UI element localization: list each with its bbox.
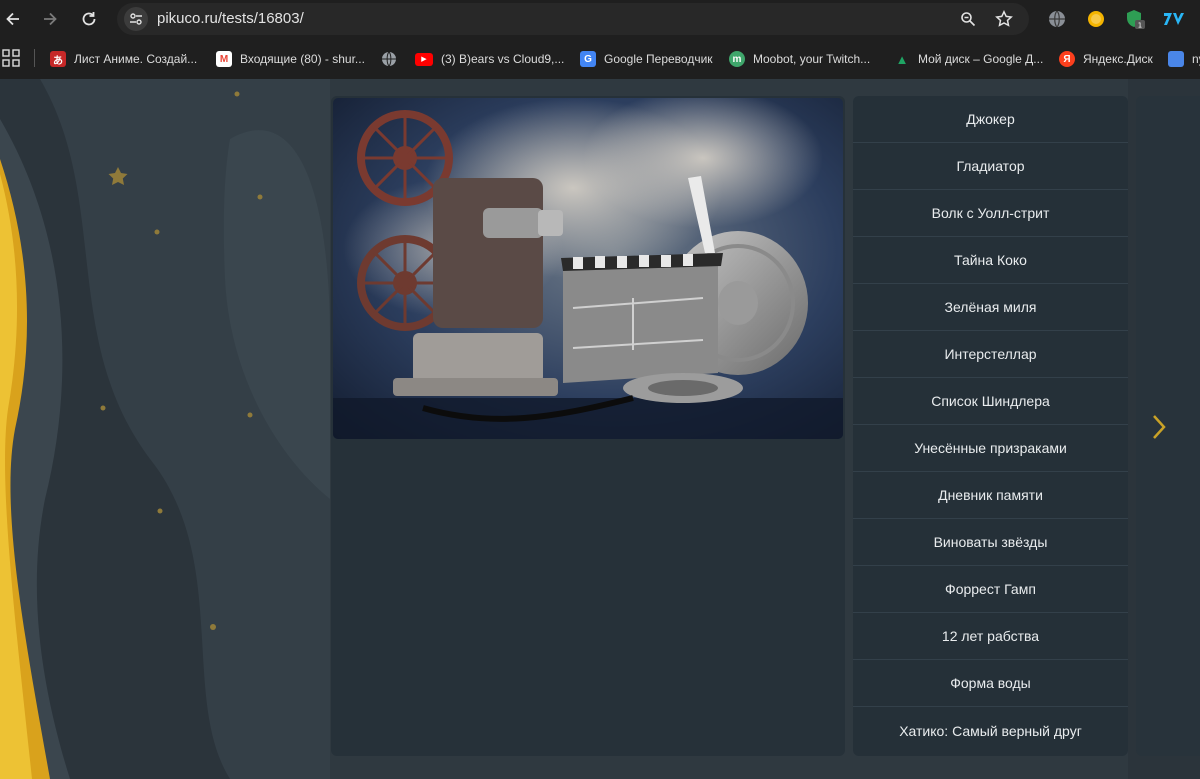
browser-toolbar: pikuco.ru/tests/16803/ 1: [0, 0, 1200, 38]
back-button[interactable]: [0, 6, 26, 32]
movie-option[interactable]: 12 лет рабства: [853, 613, 1128, 660]
url-text[interactable]: pikuco.ru/tests/16803/: [157, 10, 304, 27]
movie-option[interactable]: Интерстеллар: [853, 331, 1128, 378]
globe-icon: [382, 51, 396, 67]
translate-icon: G: [580, 51, 596, 67]
bookmarks-separator: [34, 49, 35, 67]
youtube-icon: ▶: [415, 52, 433, 66]
next-button[interactable]: [1147, 409, 1171, 445]
bookmark-star-button[interactable]: [993, 8, 1015, 30]
extension-globe-button[interactable]: [1045, 7, 1069, 31]
movie-option[interactable]: Унесённые призраками: [853, 425, 1128, 472]
zoom-button[interactable]: [957, 8, 979, 30]
movie-option[interactable]: Форрест Гамп: [853, 566, 1128, 613]
address-bar[interactable]: pikuco.ru/tests/16803/: [117, 3, 1029, 35]
bookmark-icon: [1168, 51, 1184, 67]
page-content: Джокер Гладиатор Волк с Уолл-стрит Тайна…: [0, 79, 1200, 779]
site-info-button[interactable]: [124, 7, 148, 31]
extension-coin-button[interactable]: [1084, 7, 1108, 31]
reload-button[interactable]: [76, 6, 102, 32]
bookmarks-bar: あ Лист Аниме. Создай... M Входящие (80) …: [0, 38, 1200, 79]
extension-7tv-button[interactable]: [1162, 7, 1186, 31]
quiz-image-panel: [331, 96, 845, 756]
movie-option[interactable]: Виноваты звёзды: [853, 519, 1128, 566]
bookmark-partial[interactable]: ny: [1168, 49, 1200, 69]
reload-icon: [82, 12, 96, 26]
shield-icon: 1: [1127, 10, 1145, 30]
moobot-icon: m: [729, 51, 745, 67]
bookmark-youtube[interactable]: ▶ (3) B)ears vs Cloud9,...: [415, 49, 564, 69]
cinema-hero-image: [333, 98, 843, 439]
bookmark-moobot[interactable]: m Moobot, your Twitch...: [729, 49, 870, 69]
extension-shield-button[interactable]: 1: [1123, 7, 1147, 31]
bookmark-gmail[interactable]: M Входящие (80) - shur...: [216, 49, 365, 69]
bookmark-globe[interactable]: [381, 49, 397, 69]
star-icon: [995, 10, 1013, 27]
movie-option[interactable]: Тайна Коко: [853, 237, 1128, 284]
back-arrow-icon: [6, 12, 19, 26]
apps-grid-icon[interactable]: [2, 49, 20, 67]
movie-option[interactable]: Дневник памяти: [853, 472, 1128, 519]
movie-options-list: Джокер Гладиатор Волк с Уолл-стрит Тайна…: [853, 96, 1128, 756]
bookmark-google-drive[interactable]: ▲ Мой диск – Google Д...: [894, 49, 1044, 69]
globe-extension-icon: [1049, 10, 1065, 28]
coin-icon: [1088, 11, 1104, 27]
movie-option[interactable]: Зелёная миля: [853, 284, 1128, 331]
bookmark-yandex-disk[interactable]: Я Яндекс.Диск: [1059, 49, 1153, 69]
movie-option[interactable]: Джокер: [853, 96, 1128, 143]
svg-text:1: 1: [1138, 22, 1142, 30]
movie-option[interactable]: Гладиатор: [853, 143, 1128, 190]
gmail-icon: M: [216, 51, 232, 67]
zoom-icon: [961, 12, 976, 27]
bookmark-google-translate[interactable]: G Google Переводчик: [580, 49, 713, 69]
chevron-right-icon: [1153, 415, 1166, 439]
bookmark-anime[interactable]: あ Лист Аниме. Создай...: [50, 49, 197, 69]
drive-icon: ▲: [895, 51, 909, 67]
movie-option[interactable]: Список Шиндлера: [853, 378, 1128, 425]
forward-button[interactable]: [37, 6, 63, 32]
yandex-icon: Я: [1059, 51, 1075, 67]
movie-option[interactable]: Хатико: Самый верный друг: [853, 707, 1128, 754]
forward-arrow-icon: [44, 12, 57, 26]
anime-icon: あ: [50, 51, 66, 67]
movie-option[interactable]: Форма воды: [853, 660, 1128, 707]
movie-option[interactable]: Волк с Уолл-стрит: [853, 190, 1128, 237]
7tv-icon: [1164, 13, 1184, 25]
tune-icon: [130, 13, 142, 25]
